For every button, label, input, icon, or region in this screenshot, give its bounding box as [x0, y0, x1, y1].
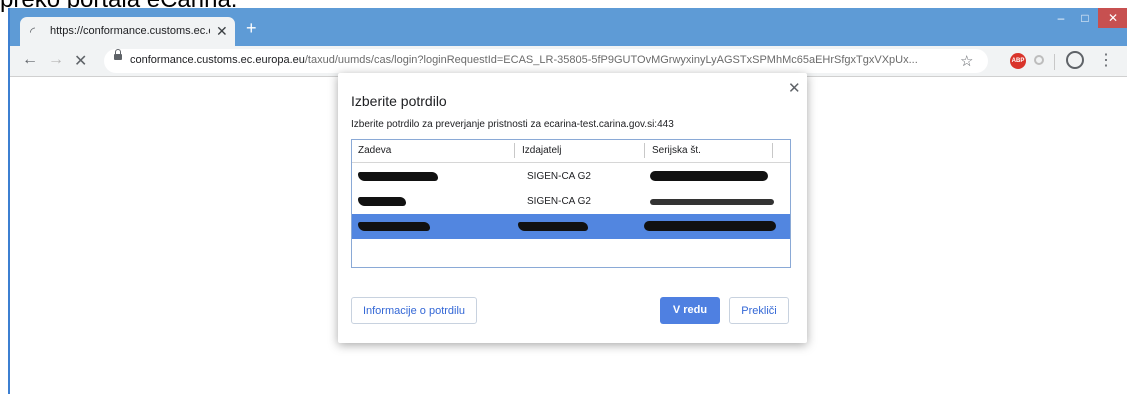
redacted-subject [358, 197, 406, 206]
title-bar: ◜ https://conformance.customs.ec.europa.… [10, 8, 1127, 46]
redacted-issuer [518, 222, 588, 231]
column-header-serial[interactable]: Serijska št. [652, 145, 701, 156]
issuer-cell: SIGEN-CA G2 [527, 196, 591, 207]
browser-tab[interactable]: ◜ https://conformance.customs.ec.europa.… [20, 17, 235, 46]
lock-icon [114, 49, 122, 60]
new-tab-button[interactable]: + [246, 18, 257, 39]
tab-title: https://conformance.customs.ec.europa.eu… [50, 25, 210, 37]
menu-dots-icon[interactable]: ⋮ [1098, 50, 1114, 70]
stop-loading-icon[interactable]: ✕ [74, 51, 87, 71]
redacted-subject [358, 222, 430, 231]
table-row[interactable]: SIGEN-CA G2 [352, 164, 790, 189]
column-divider[interactable] [514, 143, 515, 158]
back-arrow-icon[interactable]: ← [22, 51, 38, 69]
minimize-button[interactable]: – [1050, 8, 1072, 28]
ok-button[interactable]: V redu [660, 297, 720, 324]
table-row[interactable]: SIGEN-CA G2 [352, 189, 790, 214]
column-divider[interactable] [644, 143, 645, 158]
url-text[interactable]: conformance.customs.ec.europa.eu/taxud/u… [130, 54, 950, 66]
forward-arrow-icon[interactable]: → [48, 51, 64, 69]
adblock-extension-icon[interactable]: ABP [1010, 53, 1026, 69]
cancel-button[interactable]: Prekliči [729, 297, 789, 324]
tab-close-icon[interactable]: ✕ [216, 23, 228, 40]
maximize-button[interactable]: □ [1074, 8, 1096, 28]
extension-circle-icon[interactable] [1034, 55, 1044, 65]
loading-spinner-icon: ◜ [30, 24, 36, 39]
address-bar[interactable]: conformance.customs.ec.europa.eu/taxud/u… [104, 49, 988, 73]
url-path: /taxud/uumds/cas/login?loginRequestId=EC… [304, 54, 918, 66]
dialog-close-icon[interactable]: ✕ [788, 79, 801, 97]
redacted-serial [650, 199, 774, 205]
toolbar-divider [1054, 54, 1055, 70]
table-row-selected[interactable] [352, 214, 790, 239]
certificate-info-button[interactable]: Informacije o potrdilu [351, 297, 477, 324]
dialog-title: Izberite potrdilo [351, 93, 447, 109]
redacted-serial [650, 171, 768, 181]
certificate-dialog: ✕ Izberite potrdilo Izberite potrdilo za… [338, 73, 807, 343]
bookmark-star-icon[interactable]: ☆ [960, 52, 973, 70]
redacted-serial [644, 221, 776, 231]
certificate-table: Zadeva Izdajatelj Serijska št. SIGEN-CA … [351, 139, 791, 268]
table-header: Zadeva Izdajatelj Serijska št. [352, 140, 790, 163]
issuer-cell: SIGEN-CA G2 [527, 171, 591, 182]
column-divider[interactable] [772, 143, 773, 158]
column-header-issuer[interactable]: Izdajatelj [522, 145, 561, 156]
url-host: conformance.customs.ec.europa.eu [130, 54, 305, 66]
column-header-subject[interactable]: Zadeva [358, 145, 391, 156]
profile-avatar-icon[interactable] [1066, 51, 1084, 69]
dialog-subtitle: Izberite potrdilo za preverjanje pristno… [351, 119, 674, 130]
redacted-subject [358, 172, 438, 181]
close-window-button[interactable]: ✕ [1098, 8, 1127, 28]
